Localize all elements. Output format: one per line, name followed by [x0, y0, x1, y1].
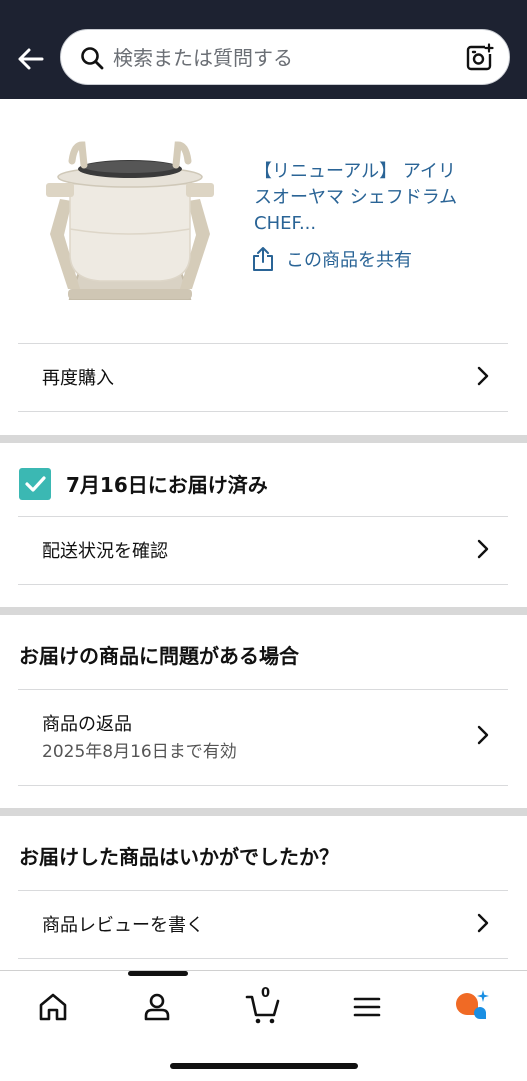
track-package-label: 配送状況を確認 [42, 541, 168, 562]
top-bar [0, 0, 527, 99]
product-title-line: スオーヤマ シェフドラム [254, 187, 458, 208]
divider [18, 411, 508, 412]
cart-count: 0 [261, 986, 271, 1001]
track-package-row[interactable]: 配送状況を確認 [18, 517, 508, 583]
product-summary: 【リニューアル】 アイリ スオーヤマ シェフドラム CHEF... この商品を共… [0, 99, 527, 344]
menu-icon[interactable] [347, 987, 387, 1027]
return-label: 商品の返品 [42, 714, 132, 735]
chevron-right-icon [477, 539, 489, 559]
ai-assistant-icon[interactable] [452, 987, 492, 1027]
chevron-right-icon [477, 366, 489, 386]
active-tab-indicator [128, 971, 188, 976]
write-review-label: 商品レビューを書く [42, 915, 204, 936]
section-separator [0, 607, 527, 615]
home-icon[interactable] [33, 987, 73, 1027]
camera-search-icon[interactable] [465, 43, 495, 73]
cart-button[interactable]: 0 [244, 986, 284, 1027]
problem-heading: お届けの商品に問題がある場合 [19, 644, 299, 668]
account-icon[interactable] [137, 987, 177, 1027]
return-item-row[interactable]: 商品の返品 2025年8月16日まで有効 [18, 690, 508, 784]
divider [18, 785, 508, 786]
divider [18, 958, 508, 959]
review-heading: お届けした商品はいかがでしたか？ [19, 845, 339, 869]
divider [18, 584, 508, 585]
section-separator [0, 808, 527, 816]
product-title[interactable]: 【リニューアル】 アイリ スオーヤマ シェフドラム CHEF... [254, 159, 504, 237]
rebuy-row[interactable]: 再度購入 [18, 344, 508, 410]
search-input[interactable] [113, 43, 453, 73]
home-indicator [170, 1063, 358, 1069]
delivery-status: 7月16日にお届け済み [66, 473, 268, 497]
share-icon [253, 247, 273, 271]
return-deadline: 2025年8月16日まで有効 [42, 742, 237, 762]
search-icon [81, 47, 104, 70]
rebuy-label: 再度購入 [42, 368, 114, 389]
product-image[interactable] [40, 139, 220, 309]
product-title-line: CHEF... [254, 213, 317, 234]
back-arrow-icon[interactable] [12, 44, 48, 74]
share-button[interactable]: この商品を共有 [252, 244, 452, 274]
search-bar[interactable] [60, 29, 510, 85]
write-review-row[interactable]: 商品レビューを書く [18, 891, 508, 957]
bottom-nav: 0 [0, 970, 527, 1081]
chevron-right-icon [477, 913, 489, 933]
product-title-line: 【リニューアル】 アイリ [254, 161, 456, 182]
section-separator [0, 435, 527, 443]
share-label: この商品を共有 [286, 250, 412, 271]
chevron-right-icon [477, 725, 489, 745]
checkmark-icon [19, 468, 51, 500]
